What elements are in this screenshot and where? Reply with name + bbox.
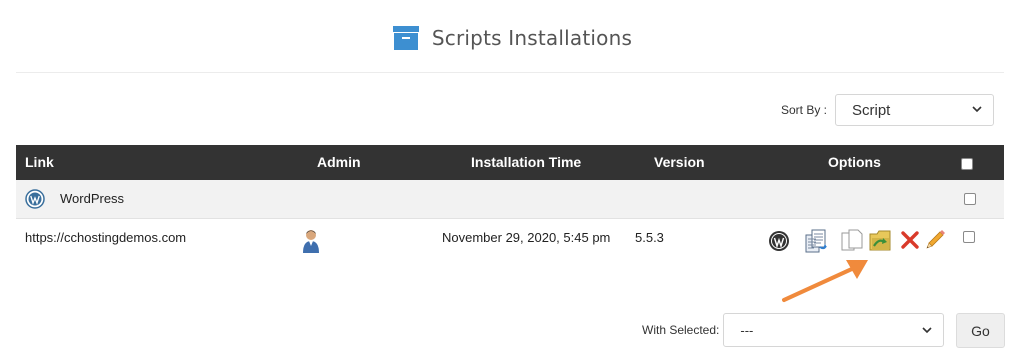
user-avatar-icon[interactable] — [302, 228, 320, 254]
select-all-checkbox[interactable] — [961, 158, 973, 170]
remove-icon[interactable] — [900, 230, 920, 250]
archive-box-icon — [392, 26, 419, 50]
header-divider — [16, 72, 1004, 73]
sort-bar: Sort By : Script — [781, 94, 994, 126]
sort-select[interactable]: Script — [835, 94, 994, 126]
page-title: Scripts Installations — [431, 26, 633, 50]
installations-table: Link Admin Installation Time Version Opt… — [16, 145, 1004, 259]
backup-icon[interactable] — [803, 228, 829, 254]
script-group-row: WordPress — [16, 180, 1004, 219]
clone-icon[interactable] — [840, 228, 864, 254]
sort-select-value: Script — [852, 101, 891, 119]
page-header: Scripts Installations — [0, 18, 1024, 58]
column-header-options: Options — [828, 154, 881, 170]
edit-icon[interactable] — [925, 228, 947, 250]
chevron-down-icon — [972, 106, 982, 113]
row-checkbox[interactable] — [963, 231, 975, 243]
script-group-name: WordPress — [60, 191, 125, 206]
column-header-link: Link — [25, 154, 54, 170]
column-header-version: Version — [654, 154, 705, 170]
bulk-action-bar: With Selected: --- — [642, 313, 945, 347]
group-checkbox[interactable] — [964, 193, 976, 205]
go-button[interactable]: Go — [956, 313, 1005, 348]
annotation-arrow — [782, 260, 868, 302]
migrate-icon[interactable] — [869, 228, 891, 252]
column-header-admin: Admin — [317, 154, 361, 170]
sort-label: Sort By : — [780, 103, 827, 117]
bulk-action-select[interactable]: --- — [723, 313, 945, 347]
column-header-installation-time: Installation Time — [471, 154, 582, 170]
chevron-down-icon — [922, 327, 932, 334]
installation-version: 5.5.3 — [635, 230, 664, 245]
table-row: https://cchostingdemos.com November 29, … — [16, 219, 1004, 259]
bulk-action-select-value: --- — [740, 322, 754, 338]
wordpress-admin-icon[interactable] — [768, 230, 790, 252]
wordpress-logo-icon — [25, 189, 45, 209]
table-header: Link Admin Installation Time Version Opt… — [16, 145, 1004, 180]
with-selected-label: With Selected: — [642, 323, 720, 337]
installation-time: November 29, 2020, 5:45 pm — [442, 230, 611, 245]
installation-link[interactable]: https://cchostingdemos.com — [25, 230, 186, 245]
